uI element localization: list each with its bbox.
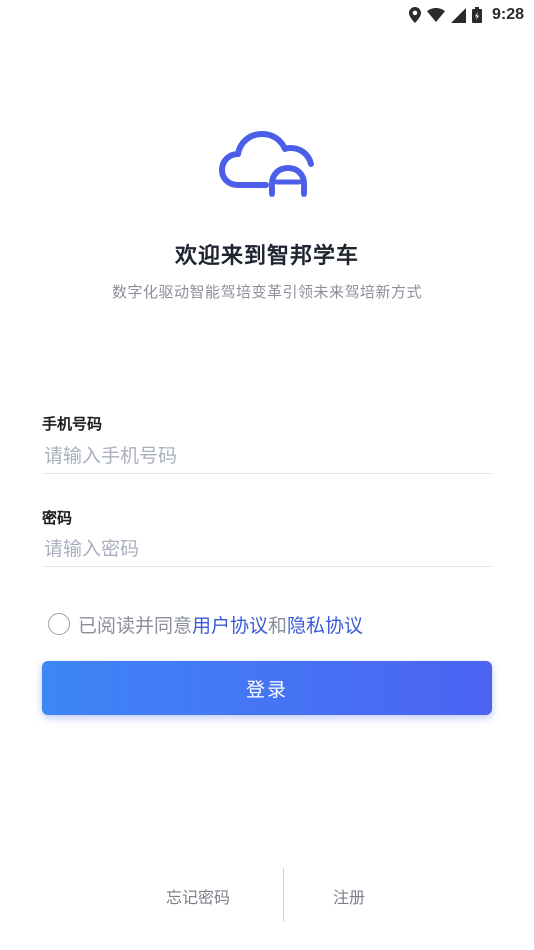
agreement-radio[interactable] — [48, 613, 70, 635]
wifi-icon — [426, 8, 445, 22]
password-label: 密码 — [42, 509, 73, 527]
user-agreement-link[interactable]: 用户协议 — [192, 611, 268, 638]
login-button[interactable]: 登录 — [42, 661, 492, 715]
agreement-prefix: 已阅读并同意 — [78, 614, 193, 637]
status-bar: 9:28 — [0, 0, 534, 30]
agreement-row: 已阅读并同意 用户协议 和 隐私协议 — [48, 610, 363, 638]
welcome-title: 欢迎来到智邦学车 — [174, 244, 359, 269]
location-icon — [408, 7, 421, 23]
phone-label: 手机号码 — [42, 415, 103, 433]
agreement-and: 和 — [268, 614, 288, 637]
signal-icon — [450, 7, 466, 23]
welcome-subtitle: 数字化驱动智能驾培变革引领未来驾培新方式 — [111, 283, 422, 301]
cloud-car-icon — [218, 128, 318, 204]
status-time: 9:28 — [491, 6, 524, 23]
footer-links: 忘记密码 注册 — [0, 868, 534, 922]
battery-icon — [471, 7, 482, 23]
footer-divider — [283, 868, 284, 922]
password-input[interactable] — [42, 531, 492, 567]
register-link[interactable]: 注册 — [333, 884, 365, 908]
login-screen: 9:28 欢迎来到智邦学车 数字化驱动智能驾培变革引领未来驾培新方式 手机号码 … — [0, 0, 534, 950]
privacy-policy-link[interactable]: 隐私协议 — [287, 611, 363, 638]
forgot-password-link[interactable]: 忘记密码 — [166, 884, 230, 908]
phone-input[interactable] — [42, 438, 492, 474]
